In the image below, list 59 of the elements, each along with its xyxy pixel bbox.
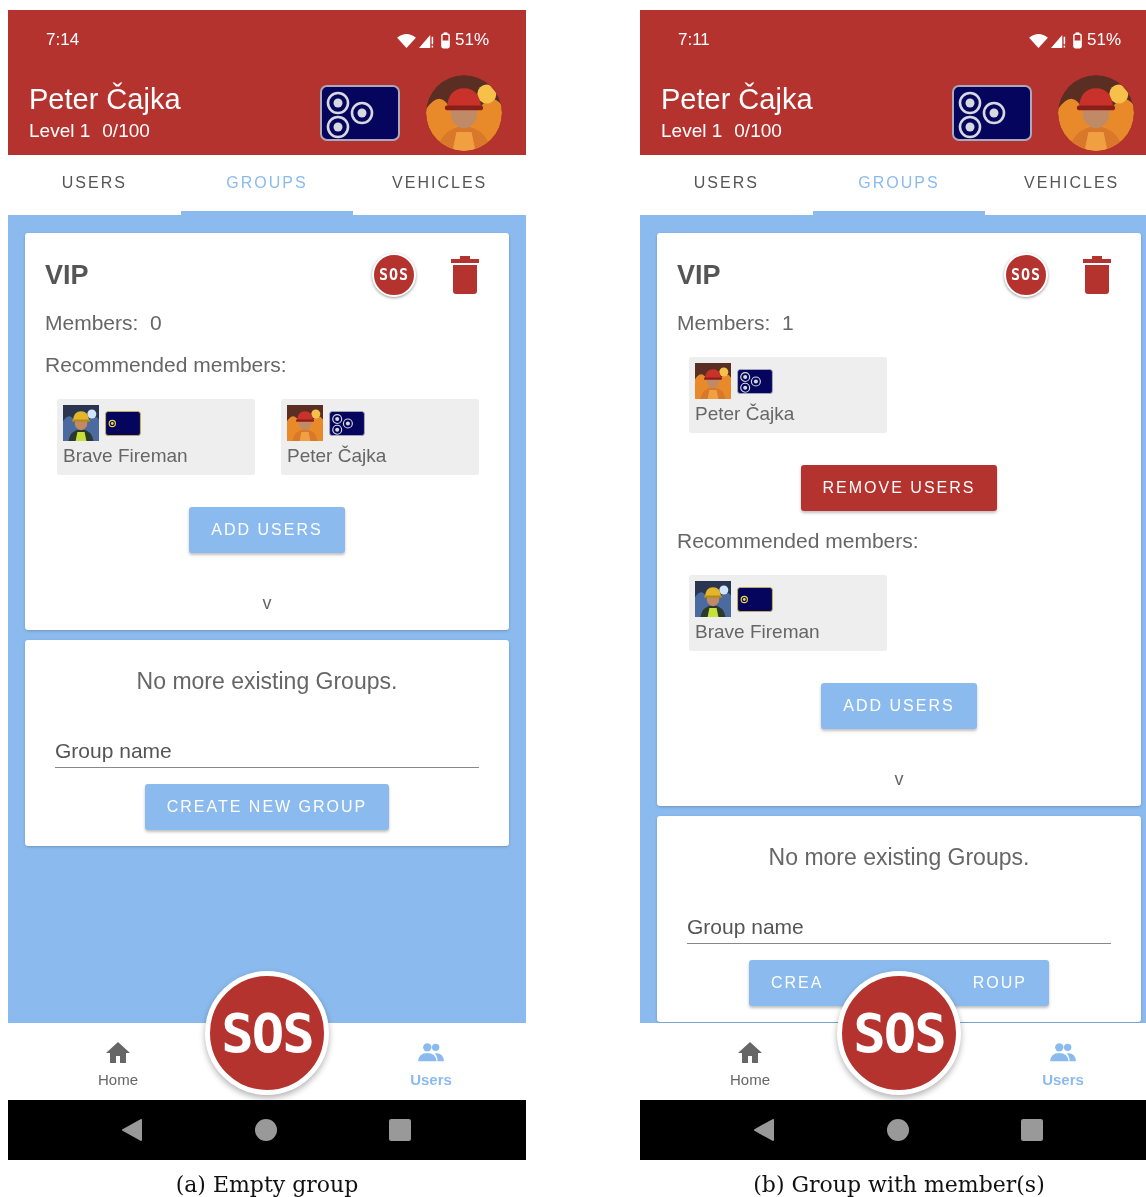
home-circle-icon[interactable] xyxy=(255,1119,277,1141)
tab[interactable]: USERS xyxy=(640,155,813,215)
xp-count: 0/100 xyxy=(734,120,782,142)
user-card[interactable]: Peter Čajka xyxy=(281,399,479,475)
back-icon[interactable] xyxy=(753,1119,775,1141)
xp-count: 0/100 xyxy=(102,120,150,142)
figure-caption: (a) Empty group xyxy=(174,1172,360,1197)
level-label: Level 1 xyxy=(29,120,91,142)
empty-message: No more existing Groups. xyxy=(135,668,399,695)
tab[interactable]: VEHICLES xyxy=(985,155,1146,215)
delete-icon[interactable] xyxy=(451,256,479,294)
home-icon xyxy=(105,1040,131,1063)
user-name: Peter Čajka xyxy=(661,83,814,116)
section-label: Recommended members: xyxy=(45,353,288,377)
figure-caption: (b) Group with member(s) xyxy=(752,1172,1046,1197)
user-name: Peter Čajka xyxy=(287,445,388,467)
expand-toggle[interactable]: v xyxy=(894,769,904,790)
star-badge-icon xyxy=(952,83,1032,142)
members-count: Members: 1 xyxy=(677,311,795,335)
members-count: Members: 0 xyxy=(45,311,163,335)
nav-item[interactable]: Home xyxy=(68,1023,168,1100)
delete-icon[interactable] xyxy=(1083,256,1111,294)
battery-icon xyxy=(1072,31,1082,49)
wifi-icon xyxy=(1028,32,1048,48)
star-badge-icon xyxy=(105,410,141,436)
sos-button[interactable]: SOS xyxy=(1004,253,1048,297)
user-card[interactable]: Brave Fireman xyxy=(57,399,255,475)
battery-level: 51% xyxy=(454,30,489,50)
status-time: 7:11 xyxy=(678,30,710,50)
home-icon xyxy=(737,1040,763,1063)
expand-toggle[interactable]: v xyxy=(262,593,272,614)
user-name: Peter Čajka xyxy=(29,83,182,116)
star-badge-icon xyxy=(320,83,400,142)
user-name: Brave Fireman xyxy=(63,445,189,467)
status-time: 7:14 xyxy=(46,30,80,50)
battery-icon xyxy=(440,31,450,49)
group-title: VIP xyxy=(45,259,90,291)
star-badge-icon xyxy=(737,586,773,612)
tab[interactable]: VEHICLES xyxy=(353,155,526,215)
user-card[interactable]: Brave Fireman xyxy=(689,575,887,651)
home-circle-icon[interactable] xyxy=(887,1119,909,1141)
user-card[interactable]: Peter Čajka xyxy=(689,357,887,433)
user-name: Brave Fireman xyxy=(695,621,821,643)
tab[interactable]: USERS xyxy=(8,155,181,215)
remove-users-button[interactable]: REMOVE USERS xyxy=(800,465,998,511)
user-name: Peter Čajka xyxy=(695,403,796,425)
star-badge-icon xyxy=(329,410,365,436)
back-icon[interactable] xyxy=(121,1119,143,1141)
nav-item[interactable]: Home xyxy=(700,1023,800,1100)
level-label: Level 1 xyxy=(661,120,723,142)
star-badge-icon xyxy=(737,368,773,394)
empty-message: No more existing Groups. xyxy=(767,844,1031,871)
group-title: VIP xyxy=(677,259,722,291)
sos-button[interactable]: SOS xyxy=(372,253,416,297)
people-icon xyxy=(418,1040,444,1063)
people-icon xyxy=(1050,1040,1076,1063)
section-label: Recommended members: xyxy=(677,529,920,553)
battery-level: 51% xyxy=(1086,30,1121,50)
wifi-icon xyxy=(396,32,416,48)
